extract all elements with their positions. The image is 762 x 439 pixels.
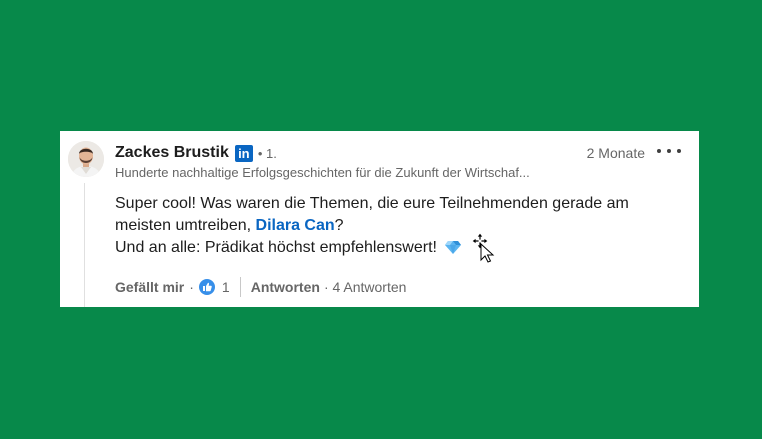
more-options-icon[interactable] (657, 141, 681, 161)
reply-button[interactable]: Antworten (251, 279, 320, 295)
author-name[interactable]: Zackes Brustik (115, 144, 229, 162)
reply-count[interactable]: · 4 Antworten (324, 279, 407, 295)
author-avatar[interactable] (68, 141, 104, 177)
divider (239, 277, 241, 297)
thread-line (84, 183, 85, 307)
comment-text-line1: Super cool! Was waren die Themen, die eu… (115, 195, 629, 234)
reaction-count[interactable]: 1 (222, 279, 230, 295)
like-button[interactable]: Gefällt mir (115, 279, 184, 295)
connection-degree: • 1. (257, 145, 277, 161)
comment-text-line2: Und an alle: Prädikat höchst empfehlensw… (115, 239, 437, 256)
move-cursor-icon (471, 232, 496, 268)
mention-link[interactable]: Dilara Can (256, 217, 335, 234)
comment-card: Zackes Brustik in • 1. Hunderte nachhalt… (60, 131, 699, 307)
author-row: Zackes Brustik in • 1. (115, 143, 277, 163)
comment-body: Super cool! Was waren die Themen, die eu… (115, 193, 675, 261)
comment-text-question: ? (334, 217, 344, 234)
author-headline: Hunderte nachhaltige Erfolgsgeschichten … (115, 165, 530, 180)
comment-timestamp: 2 Monate (586, 145, 645, 161)
linkedin-icon: in (234, 144, 253, 162)
comment-actions: Gefällt mir · 1 Antworten · 4 Antworten (115, 277, 406, 297)
gem-emoji-icon (445, 239, 462, 261)
separator: · (189, 279, 194, 295)
thumbs-up-icon[interactable] (198, 279, 215, 295)
